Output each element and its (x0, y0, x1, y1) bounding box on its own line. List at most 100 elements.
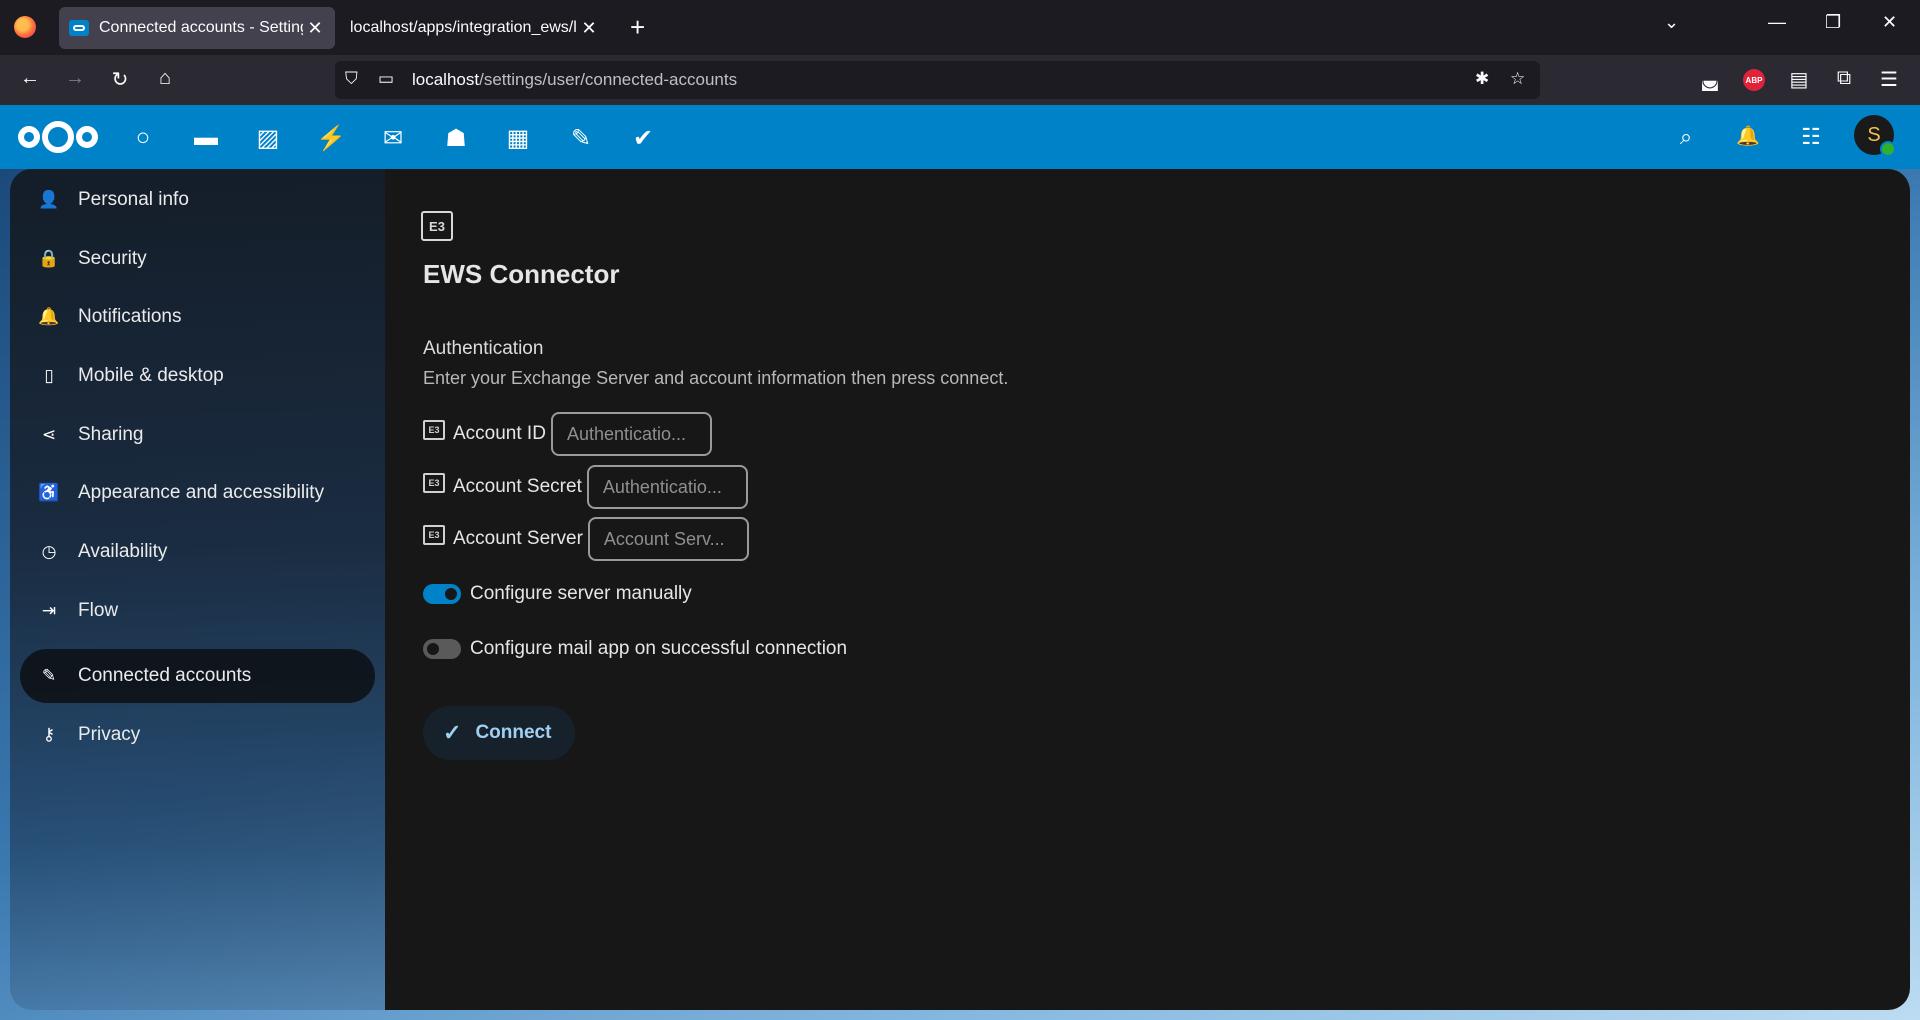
nextcloud-logo-icon[interactable] (18, 121, 98, 153)
sidebar-item-flow[interactable]: ⇥ Flow (20, 584, 375, 638)
calendar-app-icon[interactable]: ▦ (503, 124, 533, 153)
sidebar-item-label: Notifications (78, 306, 182, 327)
printer-icon[interactable]: ▤ (1786, 67, 1812, 92)
person-icon: 👤 (38, 190, 60, 209)
restore-icon[interactable]: ❐ (1825, 12, 1841, 33)
exchange-icon: E3 (423, 525, 445, 545)
page-info-icon[interactable]: ▭ (378, 69, 394, 89)
account-server-row: E3 Account Server (423, 517, 749, 561)
back-icon[interactable]: ← (17, 67, 43, 90)
url-host: localhost (412, 70, 480, 89)
sidebar-item-label: Sharing (78, 424, 144, 445)
configure-server-label: Configure server manually (470, 583, 692, 604)
firefox-logo-icon[interactable] (14, 16, 36, 38)
content-frame: 👤 Personal info 🔒 Security 🔔 Notificatio… (10, 169, 1910, 1010)
activity-app-icon[interactable]: ⚡ (316, 124, 346, 153)
sidebar-item-mobile-desktop[interactable]: ▯ Mobile & desktop (20, 349, 375, 403)
account-server-label: Account Server (453, 528, 583, 549)
sidebar-item-security[interactable]: 🔒 Security (20, 232, 375, 286)
sidebar-item-notifications[interactable]: 🔔 Notifications (20, 290, 375, 344)
close-window-icon[interactable]: ✕ (1882, 12, 1897, 33)
close-tab-icon[interactable]: ✕ (577, 18, 601, 39)
section-title: Authentication (423, 338, 544, 359)
mail-app-icon[interactable]: ✉ (378, 124, 408, 153)
new-tab-icon[interactable]: + (630, 12, 645, 43)
browser-nav-bar: ← → ↻ ⌂ ⛉ ▭ localhost/settings/user/conn… (0, 55, 1920, 105)
files-app-icon[interactable]: ▬ (191, 124, 221, 152)
contacts-app-icon[interactable]: ☗ (441, 124, 471, 153)
url-text[interactable]: localhost/settings/user/connected-accoun… (412, 70, 737, 90)
browser-tab-active[interactable]: Connected accounts - Settings - Nextclou… (59, 7, 335, 49)
browser-tab-strip: Connected accounts - Settings - Nextclou… (0, 0, 1920, 55)
nextcloud-header: ○ ▬ ▨ ⚡ ✉ ☗ ▦ ✎ ✔ ⌕ 🔔 ☷ S (0, 105, 1920, 169)
menu-icon[interactable]: ☰ (1876, 67, 1902, 92)
adblock-plus-icon[interactable]: ABP (1743, 69, 1765, 91)
clock-icon: ◷ (41, 542, 57, 561)
sidebar-item-personal-info[interactable]: 👤 Personal info (20, 173, 375, 227)
configure-mail-toggle-row[interactable]: Configure mail app on successful connect… (423, 638, 847, 660)
configure-mail-toggle[interactable] (423, 639, 461, 659)
key-icon: ⚷ (42, 725, 56, 744)
settings-sidebar: 👤 Personal info 🔒 Security 🔔 Notificatio… (10, 169, 385, 1010)
bookmark-star-icon[interactable]: ☆ (1510, 69, 1525, 89)
dashboard-app-icon[interactable]: ○ (128, 124, 158, 152)
phone-icon: ▯ (44, 366, 54, 385)
account-server-input[interactable] (587, 517, 749, 561)
browser-tab-inactive[interactable]: localhost/apps/integration_ews/lib/ ✕ (339, 7, 609, 49)
photos-app-icon[interactable]: ▨ (253, 124, 283, 153)
notes-app-icon[interactable]: ✎ (566, 124, 596, 153)
sidebar-item-label: Availability (78, 541, 168, 562)
sidebar-item-privacy[interactable]: ⚷ Privacy (20, 708, 375, 762)
search-icon[interactable]: ⌕ (1671, 124, 1701, 150)
bell-icon: 🔔 (38, 307, 60, 326)
online-status-dot (1880, 141, 1896, 157)
exchange-icon: E3 (421, 211, 453, 241)
minimize-icon[interactable]: — (1768, 12, 1786, 33)
account-secret-label: Account Secret (453, 476, 582, 497)
sidebar-item-label: Privacy (78, 724, 141, 745)
account-id-label: Account ID (453, 423, 546, 444)
account-secret-input[interactable] (586, 465, 748, 509)
extensions-icon[interactable]: ⧉ (1831, 67, 1857, 90)
connect-button[interactable]: ✓ Connect (423, 706, 575, 760)
sidebar-item-label: Mobile & desktop (78, 365, 224, 386)
exchange-icon: E3 (423, 420, 445, 440)
tab-title: Connected accounts - Settings - Nextclou… (99, 19, 303, 36)
sidebar-item-sharing[interactable]: ⋖ Sharing (20, 408, 375, 462)
lock-icon: 🔒 (38, 249, 60, 268)
home-icon[interactable]: ⌂ (152, 67, 178, 90)
forward-icon[interactable]: → (62, 67, 88, 90)
pocket-icon[interactable]: ◛ (1697, 67, 1723, 92)
close-tab-icon[interactable]: ✕ (303, 18, 327, 39)
flow-icon: ⇥ (41, 601, 57, 620)
page-title: EWS Connector (423, 259, 620, 289)
tab-title: localhost/apps/integration_ews/lib/ (350, 19, 577, 36)
shield-icon[interactable]: ⛉ (345, 69, 358, 89)
section-description: Enter your Exchange Server and account i… (423, 368, 1009, 388)
account-secret-row: E3 Account Secret (423, 465, 748, 509)
contacts-menu-icon[interactable]: ☷ (1796, 124, 1826, 150)
bug-icon[interactable]: ✱ (1475, 69, 1489, 89)
check-icon: ✓ (443, 720, 462, 745)
sidebar-item-label: Connected accounts (78, 665, 252, 686)
settings-main-content: E3 EWS Connector Authentication Enter yo… (385, 169, 1910, 1010)
account-id-input[interactable] (550, 412, 712, 456)
configure-server-toggle[interactable] (423, 584, 461, 604)
sidebar-item-availability[interactable]: ◷ Availability (20, 525, 375, 579)
sidebar-item-label: Personal info (78, 189, 189, 210)
url-bar[interactable]: ⛉ ▭ localhost/settings/user/connected-ac… (335, 61, 1540, 99)
sidebar-item-appearance[interactable]: ♿ Appearance and accessibility (20, 466, 375, 520)
account-id-row: E3 Account ID (423, 412, 712, 456)
reload-icon[interactable]: ↻ (107, 67, 133, 92)
sidebar-item-connected-accounts[interactable]: ✎ Connected accounts (20, 649, 375, 703)
tasks-app-icon[interactable]: ✔ (628, 124, 658, 153)
url-path: /settings/user/connected-accounts (479, 70, 738, 89)
wrench-icon: ✎ (41, 666, 57, 685)
share-icon: ⋖ (41, 425, 57, 444)
notifications-bell-icon[interactable]: 🔔 (1733, 124, 1763, 148)
sidebar-item-label: Appearance and accessibility (78, 482, 325, 503)
exchange-icon: E3 (423, 473, 445, 493)
list-all-tabs-icon[interactable]: ⌄ (1664, 12, 1679, 33)
connect-button-label: Connect (475, 722, 552, 743)
configure-server-toggle-row[interactable]: Configure server manually (423, 583, 692, 605)
